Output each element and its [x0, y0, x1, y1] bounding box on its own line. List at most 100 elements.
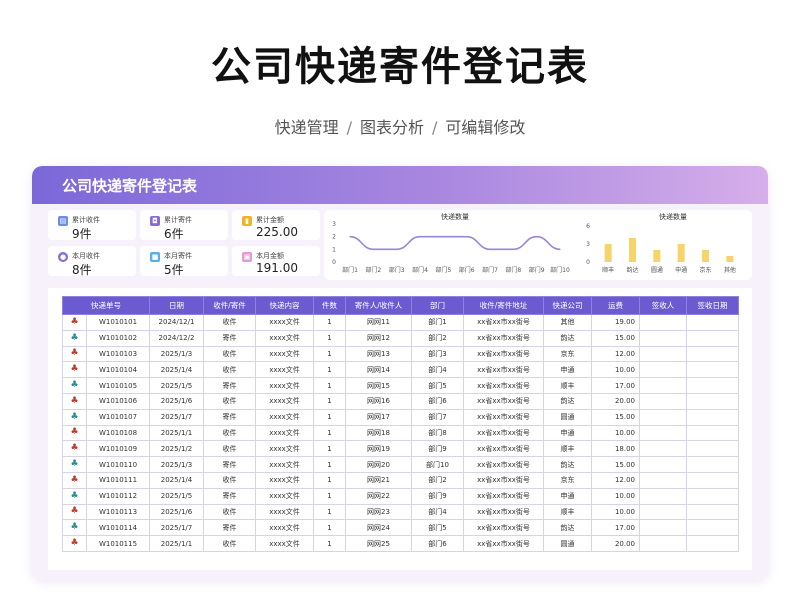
stat-value: 5件: [164, 263, 184, 277]
cell-fee: 10.00: [591, 503, 640, 521]
cell-no: W1010101: [86, 314, 150, 331]
cell-date: 2025/1/7: [149, 408, 204, 426]
cell-company: 韵达: [543, 456, 592, 473]
card-title: 公司快递寄件登记表: [62, 177, 198, 195]
cell-no: W1010108: [86, 424, 150, 442]
bar: [677, 244, 685, 262]
table-row[interactable]: ♣ W1010109 2025/1/2 收件 xxxx文件 1 网网19 部门9 xx省xx市x…: [62, 440, 739, 458]
stat-label: 累计寄件: [164, 216, 192, 224]
table-row[interactable]: ♣ W1010110 2025/1/3 寄件 xxxx文件 1 网网20 部门10 xx省xx市…: [62, 456, 739, 473]
table-row[interactable]: ♣ W1010104 2025/1/4 收件 xxxx文件 1 网网14 部门4 xx省xx市x…: [62, 361, 739, 379]
table-row[interactable]: ♣ W1010112 2025/1/5 寄件 xxxx文件 1 网网22 部门9 xx省xx市x…: [62, 487, 739, 505]
cell-addr: xx省xx市xx街号: [463, 471, 544, 489]
line-x-tick-label: 部门5: [435, 266, 451, 274]
cell-content: xxxx文件: [255, 440, 314, 458]
table-row[interactable]: ♣ W1010107 2025/1/7 寄件 xxxx文件 1 网网17 部门7 xx省xx市x…: [62, 408, 739, 426]
cell-dept: 部门2: [411, 471, 464, 489]
table-row[interactable]: ♣ W1010105 2025/1/5 寄件 xxxx文件 1 网网15 部门5 xx省xx市x…: [62, 377, 739, 394]
cell-dept: 部门4: [411, 361, 464, 379]
cell-signer: [639, 424, 687, 442]
cell-dept: 部门5: [411, 519, 464, 537]
cell-person: 网网22: [345, 487, 412, 505]
cell-date: 2025/1/5: [149, 487, 204, 505]
cell-content: xxxx文件: [255, 471, 314, 489]
table-row[interactable]: ♣ W1010106 2025/1/6 收件 xxxx文件 1 网网16 部门6 xx省xx市x…: [62, 392, 739, 410]
cell-dept: 部门6: [411, 392, 464, 410]
cell-date: 2025/1/3: [149, 456, 204, 473]
cell-date: 2025/1/7: [149, 519, 204, 537]
page-title: 公司快递寄件登记表: [211, 44, 589, 90]
stat-value: 191.00: [256, 261, 298, 275]
receive-tree-icon: ♣: [70, 506, 79, 517]
table-row[interactable]: ♣ W1010113 2025/1/6 收件 xxxx文件 1 网网23 部门4 xx省xx市x…: [62, 503, 739, 521]
cell-dept: 部门4: [411, 503, 464, 521]
cell-type: 寄件: [203, 408, 256, 426]
row-icon-cell: ♣: [62, 503, 87, 521]
row-icon-cell: ♣: [62, 471, 87, 489]
cell-type: 寄件: [203, 377, 256, 394]
cell-qty: 1: [313, 377, 346, 394]
receive-tree-icon: ♣: [70, 474, 79, 485]
cell-qty: 1: [313, 487, 346, 505]
cell-date: 2025/1/1: [149, 535, 204, 552]
line-x-tick-label: 部门4: [412, 266, 428, 274]
cell-person: 网网15: [345, 377, 412, 394]
cell-person: 网网23: [345, 503, 412, 521]
cell-signer: [639, 361, 687, 379]
table-row[interactable]: ♣ W1010111 2025/1/4 收件 xxxx文件 1 网网21 部门2 xx省xx市x…: [62, 471, 739, 489]
column-header: 寄件人/收件人: [345, 296, 412, 315]
cell-addr: xx省xx市xx街号: [463, 424, 544, 442]
line-point: [536, 236, 538, 238]
cell-dept: 部门6: [411, 535, 464, 552]
table-row[interactable]: ♣ W1010108 2025/1/1 收件 xxxx文件 1 网网18 部门8 xx省xx市x…: [62, 424, 739, 442]
cell-dept: 部门1: [411, 314, 464, 331]
column-header: 快递内容: [255, 296, 314, 315]
stat-value: 8件: [72, 263, 92, 277]
column-header: 收件/寄件地址: [463, 296, 544, 315]
table-row[interactable]: ♣ W1010101 2024/12/1 收件 xxxx文件 1 网网11 部门1 xx省xx市…: [62, 314, 739, 331]
line-point: [489, 248, 491, 250]
cell-person: 网网16: [345, 392, 412, 410]
cell-signer: [639, 440, 687, 458]
subtitle-part: 图表分析: [359, 118, 424, 137]
cell-content: xxxx文件: [255, 329, 314, 347]
stat-label: 累计金额: [256, 216, 284, 224]
line-x-tick-label: 部门7: [482, 266, 498, 274]
table-row[interactable]: ♣ W1010103 2025/1/3 收件 xxxx文件 1 网网13 部门3 xx省xx市x…: [62, 345, 739, 363]
cell-type: 收件: [203, 314, 256, 331]
cell-type: 收件: [203, 471, 256, 489]
cell-content: xxxx文件: [255, 314, 314, 331]
cell-type: 收件: [203, 503, 256, 521]
cell-date: 2024/12/1: [149, 314, 204, 331]
cell-date: 2025/1/6: [149, 503, 204, 521]
cell-date: 2025/1/3: [149, 345, 204, 363]
inbox-icon: ▤: [58, 216, 68, 226]
table-row[interactable]: ♣ W1010115 2025/1/1 收件 xxxx文件 1 网网25 部门6 xx省xx市x…: [62, 535, 739, 552]
cell-sign-date: [686, 392, 739, 410]
cell-type: 收件: [203, 535, 256, 552]
cell-no: W1010109: [86, 440, 150, 458]
row-icon-cell: ♣: [62, 487, 87, 505]
cell-signer: [639, 456, 687, 473]
cell-sign-date: [686, 535, 739, 552]
cell-content: xxxx文件: [255, 487, 314, 505]
send-tree-icon: ♣: [70, 522, 79, 533]
cell-addr: xx省xx市xx街号: [463, 314, 544, 331]
charts-panel: 快递数量 0 1 2 3 部门1 部门2 部门3 部门4 部门5 部门6 部门7 部门8 部门9 部门10 快…: [324, 210, 752, 280]
cell-signer: [639, 503, 687, 521]
table-row[interactable]: ♣ W1010102 2024/12/2 寄件 xxxx文件 1 网网12 部门2 xx省xx市…: [62, 329, 739, 347]
stat-total-received: ▤ 累计收件 9件: [48, 210, 136, 241]
cell-qty: 1: [313, 456, 346, 473]
row-icon-cell: ♣: [62, 361, 87, 379]
cell-type: 收件: [203, 392, 256, 410]
stat-month-sent: ■ 本月寄件 5件: [140, 246, 228, 277]
cell-person: 网网19: [345, 440, 412, 458]
cell-qty: 1: [313, 519, 346, 537]
cell-sign-date: [686, 503, 739, 521]
table-row[interactable]: ♣ W1010114 2025/1/7 寄件 xxxx文件 1 网网24 部门5 xx省xx市x…: [62, 519, 739, 537]
line-x-tick-label: 部门8: [505, 266, 521, 274]
cell-fee: 10.00: [591, 424, 640, 442]
cell-no: W1010106: [86, 392, 150, 410]
line-x-tick-label: 部门2: [365, 266, 381, 274]
cell-person: 网网11: [345, 314, 412, 331]
